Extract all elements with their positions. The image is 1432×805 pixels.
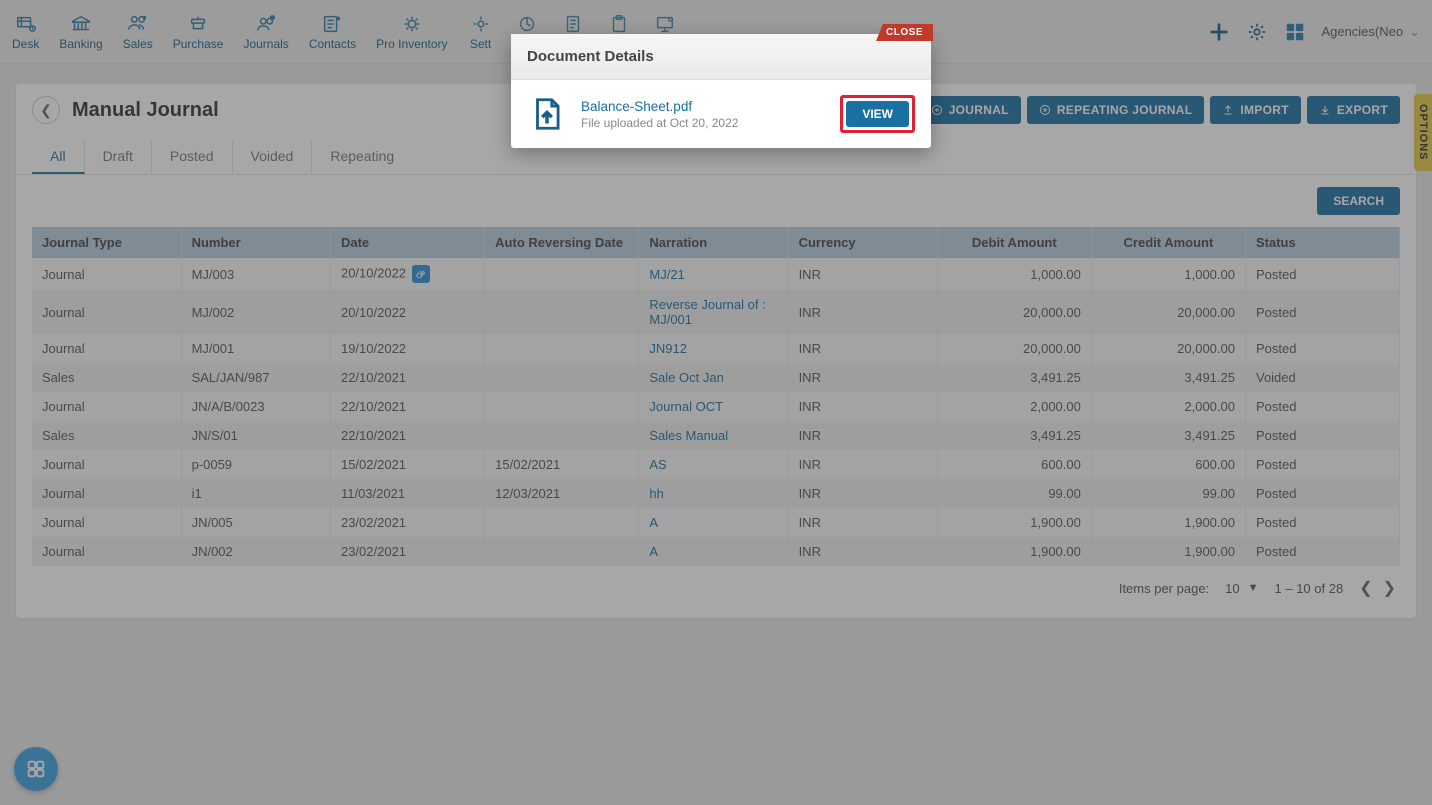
close-button[interactable]: CLOSE (876, 24, 933, 41)
file-upload-icon (527, 94, 567, 134)
view-button[interactable]: VIEW (846, 101, 909, 127)
view-button-highlight: VIEW (840, 95, 915, 133)
file-name: Balance-Sheet.pdf (581, 99, 826, 114)
document-details-modal: CLOSE Document Details Balance-Sheet.pdf… (511, 34, 931, 148)
file-meta: File uploaded at Oct 20, 2022 (581, 116, 826, 130)
modal-overlay: CLOSE Document Details Balance-Sheet.pdf… (0, 0, 1432, 805)
modal-body: Balance-Sheet.pdf File uploaded at Oct 2… (511, 80, 931, 148)
file-info: Balance-Sheet.pdf File uploaded at Oct 2… (581, 99, 826, 130)
modal-title: Document Details (511, 34, 931, 80)
